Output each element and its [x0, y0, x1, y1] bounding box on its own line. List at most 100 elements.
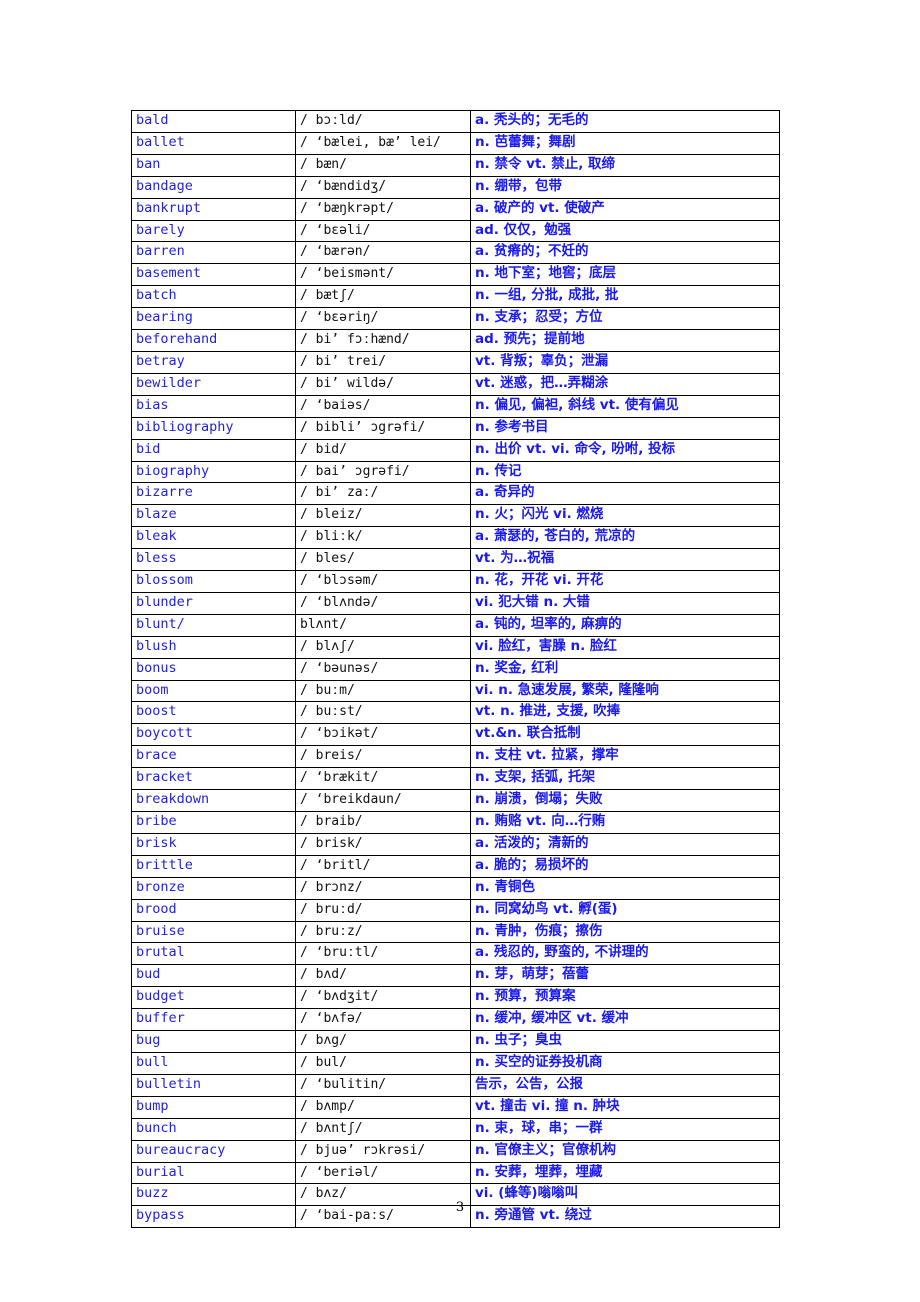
word-cell: bandage	[131, 175, 296, 199]
word-cell: bruise	[131, 920, 296, 944]
word-cell: bull	[131, 1051, 296, 1075]
definition-cell: a. 破产的 vt. 使破产	[470, 197, 780, 221]
definition-cell: n. 缓冲, 缓冲区 vt. 缓冲	[470, 1008, 780, 1032]
word-cell: buffer	[131, 1008, 296, 1032]
word-cell: bless	[131, 548, 296, 572]
definition-cell: n. 芭蕾舞；舞剧	[470, 131, 780, 155]
definition-cell: n. 束，球，串；一群	[470, 1117, 780, 1141]
phonetic-cell: / ‘bærən/	[295, 241, 471, 265]
word-cell: bleak	[131, 526, 296, 550]
phonetic-cell: / ‘bɔikət/	[295, 723, 471, 747]
definition-cell: n. 一组, 分批, 成批, 批	[470, 285, 780, 309]
word-cell: blunt/	[131, 613, 296, 637]
phonetic-cell: / bliːk/	[295, 526, 471, 550]
table-row: beforehand / bi’ fɔːhænd/ad. 预先；提前地	[131, 329, 780, 352]
definition-cell: vi. n. 急速发展, 繁荣, 隆隆响	[470, 679, 780, 703]
phonetic-cell: / ‘bəunəs/	[295, 657, 471, 681]
definition-cell: ad. 仅仅，勉强	[470, 219, 780, 243]
word-cell: bibliography	[131, 416, 296, 440]
table-row: bull / bul/n. 买空的证券投机商	[131, 1051, 780, 1075]
word-cell: breakdown	[131, 789, 296, 812]
word-cell: bud	[131, 964, 296, 988]
definition-cell: vi. 脸红，害臊 n. 脸红	[470, 635, 780, 659]
definition-cell: a. 贫瘠的；不妊的	[470, 241, 780, 265]
phonetic-cell: / ‘bɛəli/	[295, 219, 471, 243]
phonetic-cell: / bʌg/	[295, 1030, 471, 1053]
definition-cell: ad. 预先；提前地	[470, 329, 780, 352]
table-row: bias / ‘baiəs/n. 偏见, 偏袒, 斜线 vt. 使有偏见	[131, 394, 780, 418]
phonetic-cell: / bibli’ ɔgrəfi/	[295, 416, 471, 440]
phonetic-cell: / ‘blʌndə/	[295, 591, 471, 615]
word-cell: bewilder	[131, 372, 296, 396]
table-row: bewilder / bi’ wildə/vt. 迷惑，把…弄糊涂	[131, 372, 780, 396]
word-cell: boost	[131, 701, 296, 725]
word-cell: bronze	[131, 876, 296, 900]
definition-cell: a. 秃头的；无毛的	[470, 110, 780, 133]
table-row: blush / blʌʃ/vi. 脸红，害臊 n. 脸红	[131, 635, 780, 659]
table-row: budget / ‘bʌdʒit/n. 预算，预算案	[131, 986, 780, 1010]
definition-cell: n. 花，开花 vi. 开花	[470, 570, 780, 593]
phonetic-cell: / ‘breikdaun/	[295, 789, 471, 812]
definition-cell: a. 活泼的；清新的	[470, 832, 780, 856]
word-cell: brood	[131, 898, 296, 922]
phonetic-cell: / bɔːld/	[295, 110, 471, 133]
definition-cell: n. 地下室；地窖；底层	[470, 263, 780, 287]
table-row: bankrupt / ‘bæŋkrəpt/a. 破产的 vt. 使破产	[131, 197, 780, 221]
definition-cell: n. 虫子；臭虫	[470, 1030, 780, 1053]
definition-cell: n. 参考书目	[470, 416, 780, 440]
definition-cell: n. 支柱 vt. 拉紧，撑牢	[470, 745, 780, 769]
definition-cell: 告示，公告，公报	[470, 1073, 780, 1097]
vocabulary-table: bald / bɔːld/a. 秃头的；无毛的 ballet / ‘bælei, bæ…	[131, 110, 780, 1229]
phonetic-cell: / bʌntʃ/	[295, 1117, 471, 1141]
word-cell: bump	[131, 1095, 296, 1119]
page-number: 3	[455, 1200, 465, 1215]
table-row: brutal / ‘bruːtl/a. 残忍的, 野蛮的, 不讲理的	[131, 942, 780, 966]
table-row: burial / ‘beriəl/n. 安葬，埋葬，埋藏	[131, 1161, 780, 1185]
table-row: barren / ‘bærən/a. 贫瘠的；不妊的	[131, 241, 780, 265]
definition-cell: n. 官僚主义；官僚机构	[470, 1139, 780, 1163]
phonetic-cell: / bles/	[295, 548, 471, 572]
table-row: blunder / ‘blʌndə/vi. 犯大错 n. 大错	[131, 591, 780, 615]
word-cell: betray	[131, 350, 296, 374]
table-row: boom / buːm/vi. n. 急速发展, 繁荣, 隆隆响	[131, 679, 780, 703]
word-cell: blossom	[131, 570, 296, 593]
definition-cell: n. 偏见, 偏袒, 斜线 vt. 使有偏见	[470, 394, 780, 418]
table-row: boost / buːst/vt. n. 推进, 支援, 吹捧	[131, 701, 780, 725]
phonetic-cell: / braib/	[295, 811, 471, 834]
definition-cell: n. 奖金, 红利	[470, 657, 780, 681]
table-row: buffer / ‘bʌfə/n. 缓冲, 缓冲区 vt. 缓冲	[131, 1008, 780, 1032]
table-row: basement / ‘beismənt/n. 地下室；地窖；底层	[131, 263, 780, 287]
word-cell: beforehand	[131, 329, 296, 352]
table-row: bud / bʌd/n. 芽，萌芽；蓓蕾	[131, 964, 780, 988]
word-cell: bribe	[131, 811, 296, 834]
word-cell: brace	[131, 745, 296, 769]
word-cell: bankrupt	[131, 197, 296, 221]
definition-cell: vt. 为…祝福	[470, 548, 780, 572]
phonetic-cell: / ‘beriəl/	[295, 1161, 471, 1185]
vocabulary-table-body: bald / bɔːld/a. 秃头的；无毛的 ballet / ‘bælei, bæ…	[131, 110, 780, 1229]
table-row: breakdown / ‘breikdaun/n. 崩溃，倒塌；失败	[131, 789, 780, 812]
phonetic-cell: / bid/	[295, 438, 471, 462]
definition-cell: a. 脆的；易损坏的	[470, 854, 780, 878]
table-row: bless / bles/vt. 为…祝福	[131, 548, 780, 572]
word-cell: burial	[131, 1161, 296, 1185]
definition-cell: n. 崩溃，倒塌；失败	[470, 789, 780, 812]
word-cell: brutal	[131, 942, 296, 966]
phonetic-cell: / ‘baiəs/	[295, 394, 471, 418]
table-row: brittle / ‘britl/a. 脆的；易损坏的	[131, 854, 780, 878]
word-cell: ban	[131, 153, 296, 177]
word-cell: bizarre	[131, 482, 296, 506]
table-row: bracket / ‘brækit/n. 支架, 括弧, 托架	[131, 767, 780, 791]
definition-cell: n. 预算，预算案	[470, 986, 780, 1010]
word-cell: budget	[131, 986, 296, 1010]
phonetic-cell: / bleiz/	[295, 504, 471, 528]
phonetic-cell: / buːst/	[295, 701, 471, 725]
table-row: bid / bid/n. 出价 vt. vi. 命令, 吩咐, 投标	[131, 438, 780, 462]
phonetic-cell: / ‘brækit/	[295, 767, 471, 791]
phonetic-cell: blʌnt/	[295, 613, 471, 637]
definition-cell: n. 买空的证券投机商	[470, 1051, 780, 1075]
phonetic-cell: / brɔnz/	[295, 876, 471, 900]
definition-cell: vt. n. 推进, 支援, 吹捧	[470, 701, 780, 725]
table-row: bonus / ‘bəunəs/n. 奖金, 红利	[131, 657, 780, 681]
table-row: bribe / braib/n. 贿赂 vt. 向…行贿	[131, 811, 780, 834]
